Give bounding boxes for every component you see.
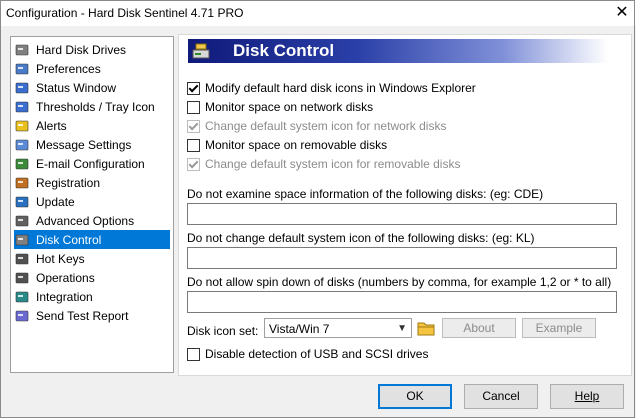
cancel-button[interactable]: Cancel bbox=[464, 384, 538, 409]
report-icon bbox=[14, 308, 30, 324]
ok-button[interactable]: OK bbox=[378, 384, 452, 409]
hard-drive-icon bbox=[14, 42, 30, 58]
checkbox-box[interactable] bbox=[187, 138, 200, 152]
system-icon-disks-input[interactable] bbox=[187, 247, 617, 269]
monitor-removable-checkbox[interactable]: Monitor space on removable disks bbox=[187, 136, 387, 154]
help-button[interactable]: Help bbox=[550, 384, 624, 409]
globe-icon bbox=[14, 194, 30, 210]
sidebar-item[interactable]: Integration bbox=[14, 287, 170, 306]
sidebar-item[interactable]: Status Window bbox=[14, 78, 170, 97]
disable-usb-scsi-checkbox[interactable]: Disable detection of USB and SCSI drives bbox=[187, 345, 428, 363]
chevron-down-icon[interactable]: ▼ bbox=[397, 323, 407, 334]
checkbox-box[interactable] bbox=[187, 347, 200, 361]
sidebar-item-label: Message Settings bbox=[36, 137, 132, 152]
sidebar-item-label: Alerts bbox=[36, 118, 67, 133]
example-button: Example bbox=[522, 318, 596, 338]
sidebar-item[interactable]: Advanced Options bbox=[14, 211, 170, 230]
window-icon bbox=[14, 80, 30, 96]
spin-down-input[interactable] bbox=[187, 291, 617, 313]
registration-icon bbox=[14, 175, 30, 191]
sidebar-item[interactable]: Alerts bbox=[14, 116, 170, 135]
panel-title: Disk Control bbox=[233, 41, 335, 60]
checkbox-label: Modify default hard disk icons in Window… bbox=[205, 81, 476, 95]
sidebar-item-label: Hard Disk Drives bbox=[36, 42, 127, 57]
advanced-icon bbox=[14, 213, 30, 229]
operations-icon bbox=[14, 270, 30, 286]
icon-set-value: Vista/Win 7 bbox=[269, 322, 330, 336]
checkbox-box bbox=[187, 119, 200, 133]
sidebar-item[interactable]: Send Test Report bbox=[14, 306, 170, 325]
alert-icon bbox=[14, 118, 30, 134]
sidebar-item[interactable]: Disk Control bbox=[14, 230, 170, 249]
sidebar-item[interactable]: Preferences bbox=[14, 59, 170, 78]
sidebar-item[interactable]: Registration bbox=[14, 173, 170, 192]
panel-header: Disk Control bbox=[188, 39, 608, 63]
icon-set-select[interactable]: Vista/Win 7 ▼ bbox=[264, 318, 412, 338]
close-button[interactable]: ✕ bbox=[607, 0, 637, 26]
checkbox-label: Monitor space on removable disks bbox=[205, 138, 388, 152]
sidebar-item-label: Hot Keys bbox=[36, 251, 85, 266]
spin-down-label: Do not allow spin down of disks (numbers… bbox=[187, 275, 612, 289]
sidebar-item[interactable]: Hard Disk Drives bbox=[14, 40, 170, 59]
checkbox-box bbox=[187, 157, 200, 171]
title-bar: Configuration - Hard Disk Sentinel 4.71 … bbox=[0, 0, 637, 26]
sidebar-item-label: Thresholds / Tray Icon bbox=[36, 99, 155, 114]
disk-control-icon bbox=[14, 232, 30, 248]
icon-set-label: Disk icon set: bbox=[187, 324, 259, 338]
examine-disks-input[interactable] bbox=[187, 203, 617, 225]
sidebar-item-label: Advanced Options bbox=[36, 213, 135, 228]
folder-icon[interactable] bbox=[417, 320, 435, 336]
preferences-icon bbox=[14, 61, 30, 77]
examine-disks-label: Do not examine space information of the … bbox=[187, 187, 544, 201]
removable-icon-checkbox: Change default system icon for removable… bbox=[187, 155, 460, 173]
checkbox-box[interactable] bbox=[187, 81, 200, 95]
message-icon bbox=[14, 137, 30, 153]
sidebar-item-label: Registration bbox=[36, 175, 101, 190]
thresholds-icon bbox=[14, 99, 30, 115]
sidebar-item-label: Preferences bbox=[36, 61, 101, 76]
sidebar-item-label: Send Test Report bbox=[36, 308, 129, 323]
checkbox-box[interactable] bbox=[187, 100, 200, 114]
sidebar-item[interactable]: Operations bbox=[14, 268, 170, 287]
sidebar-item[interactable]: Update bbox=[14, 192, 170, 211]
disk-control-icon bbox=[192, 43, 210, 59]
sidebar-item-label: Disk Control bbox=[36, 232, 102, 247]
sidebar-item-label: E-mail Configuration bbox=[36, 156, 145, 171]
window-title: Configuration - Hard Disk Sentinel 4.71 … bbox=[6, 6, 244, 20]
sidebar-item[interactable]: E-mail Configuration bbox=[14, 154, 170, 173]
network-icon-checkbox: Change default system icon for network d… bbox=[187, 117, 446, 135]
about-button: About bbox=[442, 318, 516, 338]
sidebar-item[interactable]: Hot Keys bbox=[14, 249, 170, 268]
checkbox-label: Monitor space on network disks bbox=[205, 100, 374, 114]
checkbox-label: Change default system icon for network d… bbox=[205, 119, 447, 133]
disk-control-panel: Disk Control Modify default hard disk ic… bbox=[178, 34, 632, 376]
sidebar-item-label: Operations bbox=[36, 270, 95, 285]
email-icon bbox=[14, 156, 30, 172]
sidebar-item-label: Integration bbox=[36, 289, 93, 304]
checkbox-label: Disable detection of USB and SCSI drives bbox=[205, 347, 429, 361]
sidebar-item-label: Status Window bbox=[36, 80, 117, 95]
keyboard-icon bbox=[14, 251, 30, 267]
sidebar-item[interactable]: Thresholds / Tray Icon bbox=[14, 97, 170, 116]
modify-icons-checkbox[interactable]: Modify default hard disk icons in Window… bbox=[187, 79, 476, 97]
help-button-label: Help bbox=[574, 389, 600, 403]
settings-nav-list[interactable]: Hard Disk Drives Preferences Status Window… bbox=[10, 36, 174, 373]
system-icon-disks-label: Do not change default system icon of the… bbox=[187, 231, 535, 245]
monitor-network-checkbox[interactable]: Monitor space on network disks bbox=[187, 98, 373, 116]
sidebar-item[interactable]: Message Settings bbox=[14, 135, 170, 154]
checkbox-label: Change default system icon for removable… bbox=[205, 157, 461, 171]
integration-icon bbox=[14, 289, 30, 305]
sidebar-item-label: Update bbox=[36, 194, 75, 209]
dialog-client: Hard Disk Drives Preferences Status Window… bbox=[1, 26, 636, 418]
